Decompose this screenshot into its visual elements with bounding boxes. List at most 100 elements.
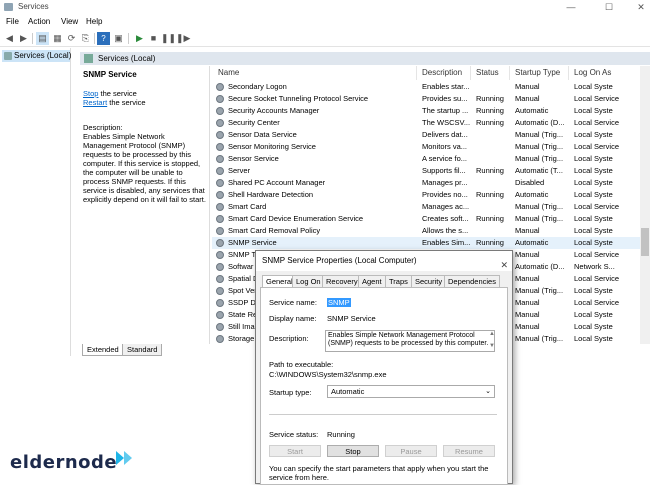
start-button[interactable]: Start xyxy=(269,445,321,457)
cell-startup: Manual xyxy=(515,274,540,283)
menu-file[interactable]: File xyxy=(6,17,19,26)
cell-desc: A service fo... xyxy=(422,154,468,163)
cell-desc: Manages ac... xyxy=(422,202,470,211)
divider xyxy=(269,414,497,415)
table-row[interactable]: Server Supports fil... Running Automatic (T… xyxy=(212,165,650,177)
tab-standard[interactable]: Standard xyxy=(122,344,163,356)
cell-startup: Manual xyxy=(515,298,540,307)
column-header-status[interactable]: Status xyxy=(476,68,499,77)
cell-name: Sensor Service xyxy=(228,154,279,163)
service-gear-icon xyxy=(216,299,224,307)
back-icon[interactable]: ◀ xyxy=(3,32,16,45)
description-text: Enables Simple Network Management Protoc… xyxy=(83,132,206,204)
table-row[interactable]: Smart Card Device Enumeration Service Cre… xyxy=(212,213,650,225)
cell-logon: Local Syste xyxy=(574,190,613,199)
close-button[interactable]: ✕ xyxy=(634,1,648,13)
menu-help[interactable]: Help xyxy=(86,17,102,26)
service-gear-icon xyxy=(216,83,224,91)
table-row[interactable]: Shell Hardware Detection Provides no... Ru… xyxy=(212,189,650,201)
service-gear-icon xyxy=(216,119,224,127)
stop-icon[interactable]: ■ xyxy=(147,32,160,45)
cell-name: Secondary Logon xyxy=(228,82,287,91)
console-icon[interactable]: ▦ xyxy=(51,32,64,45)
service-gear-icon xyxy=(216,215,224,223)
table-row[interactable]: Security Center The WSCSV... Running Automa… xyxy=(212,117,650,129)
refresh-icon[interactable]: ⟳ xyxy=(65,32,78,45)
service-name-value[interactable]: SNMP xyxy=(327,298,351,307)
services-icon xyxy=(4,52,12,60)
table-row[interactable]: Secondary Logon Enables star... Manual Loca… xyxy=(212,81,650,93)
forward-icon[interactable]: ▶ xyxy=(17,32,30,45)
description-field[interactable]: Enables Simple Network Management Protoc… xyxy=(325,330,495,352)
cell-startup: Disabled xyxy=(515,178,545,187)
cell-name: Smart Card xyxy=(228,202,267,211)
cell-logon: Local Syste xyxy=(574,322,613,331)
cell-desc: Delivers dat... xyxy=(422,130,468,139)
column-header-description[interactable]: Description xyxy=(422,68,462,77)
cell-desc: The WSCSV... xyxy=(422,118,471,127)
service-gear-icon xyxy=(216,131,224,139)
export-icon[interactable]: ⎘ xyxy=(79,32,92,45)
table-row[interactable]: Secure Socket Tunneling Protocol Service… xyxy=(212,93,650,105)
table-row[interactable]: Smart Card Removal Policy Allows the s...… xyxy=(212,225,650,237)
stop-link-text: the service xyxy=(98,89,137,98)
description-scroll-icon[interactable]: ▲ xyxy=(489,331,495,337)
logo-arrows-icon xyxy=(116,451,132,465)
table-row[interactable]: Shared PC Account Manager Manages pr... Di… xyxy=(212,177,650,189)
display-name-value[interactable]: SNMP Service xyxy=(327,314,376,323)
startup-type-select[interactable]: Automatic ⌄ xyxy=(327,385,495,398)
cell-startup: Automatic (D... xyxy=(515,262,565,271)
tab-extended[interactable]: Extended xyxy=(82,344,124,356)
table-row[interactable]: Sensor Monitoring Service Monitors va... M… xyxy=(212,141,650,153)
stop-service-link[interactable]: Stop xyxy=(83,89,98,98)
service-gear-icon xyxy=(216,179,224,187)
description-scroll-icon[interactable]: ▼ xyxy=(489,343,495,349)
stop-button[interactable]: Stop xyxy=(327,445,379,457)
cell-logon: Local Service xyxy=(574,274,620,283)
maximize-button[interactable]: ☐ xyxy=(602,1,616,13)
cell-name: Shell Hardware Detection xyxy=(228,190,314,199)
service-gear-icon xyxy=(216,95,224,103)
restart-service-link[interactable]: Restart xyxy=(83,98,107,107)
menu-action[interactable]: Action xyxy=(28,17,50,26)
dialog-title: SNMP Service Properties (Local Computer) xyxy=(262,256,417,265)
table-row[interactable]: Sensor Service A service fo... Manual (Tri… xyxy=(212,153,650,165)
pause-button[interactable]: Pause xyxy=(385,445,437,457)
column-header-name[interactable]: Name xyxy=(218,68,239,77)
cell-startup: Manual xyxy=(515,226,540,235)
table-row[interactable]: Security Accounts Manager The startup ...… xyxy=(212,105,650,117)
service-gear-icon xyxy=(216,335,224,343)
cell-desc: Enables star... xyxy=(422,82,470,91)
cell-desc: Monitors va... xyxy=(422,142,468,151)
cell-startup: Automatic xyxy=(515,238,549,247)
dialog-close-icon[interactable]: ✕ xyxy=(500,255,508,275)
restart-link-text: the service xyxy=(107,98,146,107)
scrollbar-thumb[interactable] xyxy=(641,228,649,256)
properties-icon[interactable]: ▣ xyxy=(112,32,125,45)
show-tree-icon[interactable]: ▤ xyxy=(36,32,49,45)
table-row[interactable]: SNMP Service Enables Sim... Running Automat… xyxy=(212,237,650,249)
resume-button[interactable]: Resume xyxy=(443,445,495,457)
restart-icon[interactable]: ❚▶ xyxy=(176,32,190,45)
table-row[interactable]: Sensor Data Service Delivers dat... Manual… xyxy=(212,129,650,141)
vertical-scrollbar[interactable] xyxy=(640,66,650,344)
cell-startup: Automatic (T... xyxy=(515,166,563,175)
dialog-title-bar: SNMP Service Properties (Local Computer)… xyxy=(256,251,512,271)
column-header-startup-type[interactable]: Startup Type xyxy=(515,68,560,77)
cell-startup: Manual (Trig... xyxy=(515,130,564,139)
cell-name: Security Accounts Manager xyxy=(228,106,320,115)
cell-status: Running xyxy=(476,214,504,223)
cell-logon: Local Syste xyxy=(574,154,613,163)
column-header-log-on-as[interactable]: Log On As xyxy=(574,68,611,77)
minimize-button[interactable]: — xyxy=(564,1,578,13)
pause-icon[interactable]: ❚❚ xyxy=(161,32,176,45)
help-icon[interactable]: ? xyxy=(97,32,110,45)
tree-node-label: Services (Local) xyxy=(14,51,72,60)
toolbar-separator xyxy=(128,33,129,44)
menu-view[interactable]: View xyxy=(61,17,78,26)
tree-node-services-local[interactable]: Services (Local) xyxy=(2,50,72,62)
cell-desc: The startup ... xyxy=(422,106,469,115)
table-row[interactable]: Smart Card Manages ac... Manual (Trig... Lo… xyxy=(212,201,650,213)
cell-name: Server xyxy=(228,166,251,175)
start-icon[interactable]: ▶ xyxy=(133,32,146,45)
